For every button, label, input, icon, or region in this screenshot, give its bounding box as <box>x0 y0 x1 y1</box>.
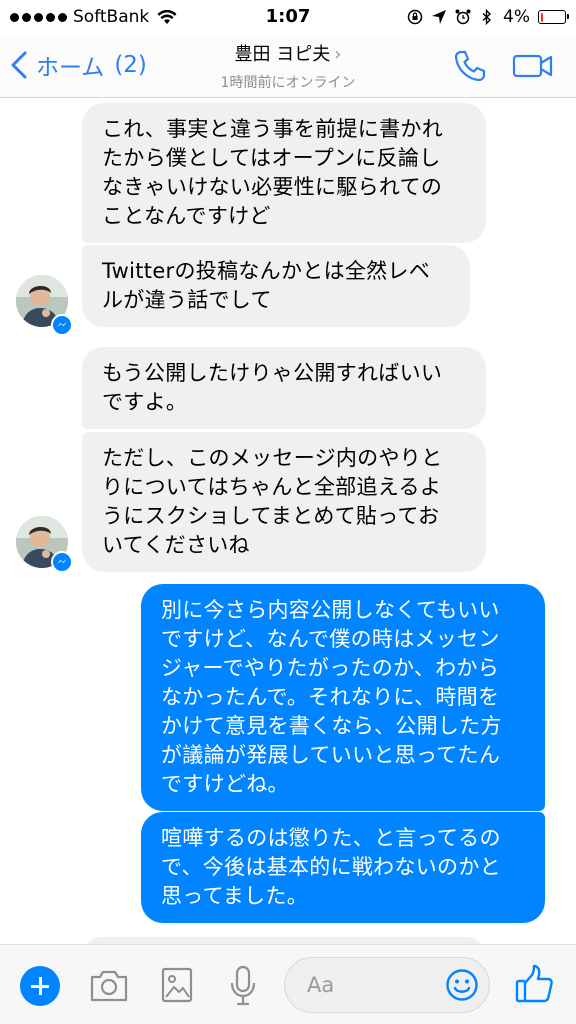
message-line: ですけどね。 <box>161 772 289 796</box>
battery-percent: 4% <box>503 7 530 27</box>
plus-icon[interactable] <box>20 966 60 1006</box>
message-line: たから僕としてはオープンに反論し <box>102 146 441 170</box>
status-right: 4% <box>407 7 569 27</box>
bluetooth-icon <box>482 9 492 25</box>
back-button[interactable]: ホーム (2) <box>10 48 147 82</box>
message-line: ですけど、なんで僕の時はメッセン <box>161 627 500 651</box>
message-line: ジャーでやりたがったのか、わから <box>161 656 500 680</box>
message-line: もう公開したけりゃ公開すればいい <box>102 361 443 385</box>
message-bubble-incoming[interactable]: ただし、このメッセージ内のやりと りについてはちゃんと全部追えるよ うにスクショ… <box>82 432 486 572</box>
back-chevron-icon <box>11 51 27 79</box>
status-bar: SoftBank 1:07 4% <box>0 0 576 36</box>
contact-name-row: 豊田 ヨピ夫 › <box>150 40 426 66</box>
back-label: ホーム <box>36 55 105 81</box>
message-line: りについてはちゃんと全部追えるよ <box>102 475 442 499</box>
message-bubble-incoming-partial[interactable] <box>82 937 486 944</box>
messenger-badge-icon <box>51 314 73 336</box>
alarm-icon <box>455 9 471 25</box>
orientation-lock-icon <box>407 9 423 25</box>
message-line: Twitterの投稿なんかとは全然レベ <box>102 259 431 283</box>
messenger-badge-icon <box>51 551 73 573</box>
message-line: かけて意見を書くなら、公開した方 <box>161 714 502 738</box>
message-line: なきゃいけない必要性に駆られての <box>102 175 443 199</box>
image-icon[interactable] <box>161 967 193 1003</box>
message-line: ことなんですけど <box>102 204 271 228</box>
microphone-icon[interactable] <box>228 965 258 1007</box>
message-line: なかったんで。それなりに、時間を <box>161 685 500 709</box>
contact-info[interactable]: 豊田 ヨピ夫 › 1時間前にオンライン <box>150 40 426 92</box>
message-line: いてくださいね <box>102 533 250 557</box>
conversation-header: ホーム (2) 豊田 ヨピ夫 › 1時間前にオンライン <box>0 36 576 98</box>
chevron-right-icon: › <box>334 44 342 65</box>
thumbs-up-icon[interactable] <box>514 963 554 1005</box>
message-line: 思ってました。 <box>161 884 308 908</box>
message-line: ですよ。 <box>102 390 188 414</box>
message-bubble-incoming[interactable]: もう公開したけりゃ公開すればいい ですよ。 <box>82 347 486 429</box>
message-line: が議論が発展していいと思ってたん <box>161 743 501 767</box>
message-thread[interactable]: これ、事実と違う事を前提に書かれ たから僕としてはオープンに反論し なきゃいけな… <box>0 99 576 944</box>
composer-bar: Aa <box>0 944 576 1024</box>
message-line: これ、事実と違う事を前提に書かれ <box>102 117 444 141</box>
battery-level <box>540 12 544 22</box>
presence-status: 1時間前にオンライン <box>220 75 356 91</box>
message-bubble-outgoing[interactable]: 喧嘩するのは懲りた、と言ってるの で、今後は基本的に戦わないのかと 思ってました… <box>141 812 545 923</box>
battery-icon <box>538 10 569 24</box>
contact-name: 豊田 ヨピ夫 <box>234 44 331 65</box>
camera-icon[interactable] <box>88 967 130 1005</box>
emoji-icon[interactable] <box>445 968 479 1002</box>
message-line: ルが違う話でして <box>102 288 272 312</box>
unread-count: (2) <box>114 52 147 78</box>
message-bubble-incoming[interactable]: Twitterの投稿なんかとは全然レベ ルが違う話でして <box>82 245 470 327</box>
message-line: 喧嘩するのは懲りた、と言ってるの <box>161 826 501 850</box>
message-input-placeholder: Aa <box>307 973 335 997</box>
message-bubble-incoming[interactable]: これ、事実と違う事を前提に書かれ たから僕としてはオープンに反論し なきゃいけな… <box>82 103 486 243</box>
message-bubble-outgoing[interactable]: 別に今さら内容公開しなくてもいい ですけど、なんで僕の時はメッセン ジャーでやり… <box>141 584 545 811</box>
location-arrow-icon <box>432 10 447 24</box>
message-line: うにスクショしてまとめて貼ってお <box>102 504 440 528</box>
message-input[interactable]: Aa <box>284 957 490 1013</box>
message-line: ただし、このメッセージ内のやりと <box>102 446 443 470</box>
message-line: 別に今さら内容公開しなくてもいい <box>161 598 500 622</box>
video-camera-icon[interactable] <box>512 52 554 80</box>
phone-icon[interactable] <box>452 48 488 84</box>
message-line: で、今後は基本的に戦わないのかと <box>161 855 501 879</box>
